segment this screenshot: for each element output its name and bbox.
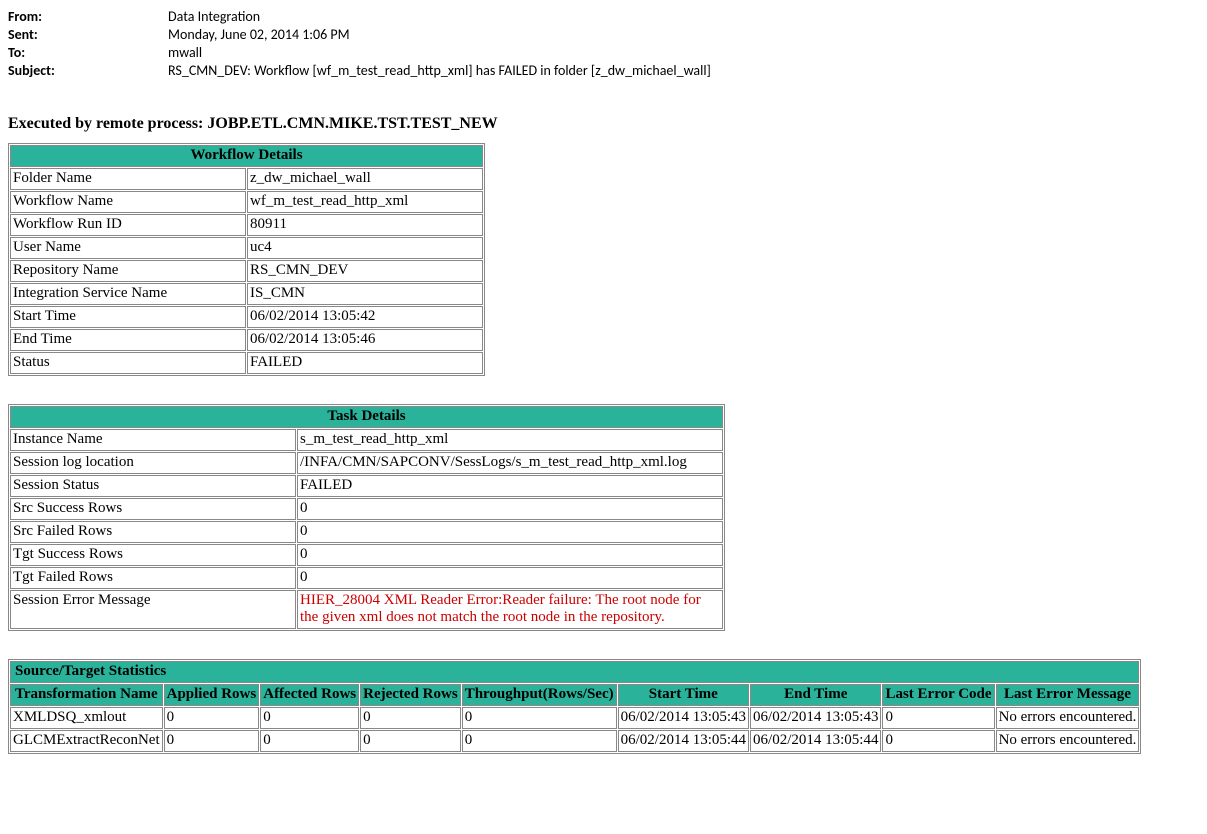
from-value: Data Integration [168, 8, 1199, 25]
row-label: Src Failed Rows [10, 521, 296, 543]
stats-cell: 0 [882, 730, 994, 752]
table-row: Repository NameRS_CMN_DEV [10, 260, 483, 282]
table-row: Start Time06/02/2014 13:05:42 [10, 306, 483, 328]
stats-cell: 0 [360, 707, 461, 729]
row-value: z_dw_michael_wall [247, 168, 483, 190]
to-label: To: [8, 44, 168, 61]
row-value: 0 [297, 521, 723, 543]
stats-column-header: End Time [750, 684, 881, 706]
stats-title: Source/Target Statistics [10, 661, 1139, 683]
row-value: 06/02/2014 13:05:42 [247, 306, 483, 328]
table-row: Integration Service NameIS_CMN [10, 283, 483, 305]
stats-cell: 06/02/2014 13:05:43 [618, 707, 749, 729]
row-label: Session log location [10, 452, 296, 474]
stats-cell: 0 [360, 730, 461, 752]
subject-label: Subject: [8, 62, 168, 79]
row-value: 06/02/2014 13:05:46 [247, 329, 483, 351]
table-row: XMLDSQ_xmlout000006/02/2014 13:05:4306/0… [10, 707, 1139, 729]
table-row: GLCMExtractReconNet000006/02/2014 13:05:… [10, 730, 1139, 752]
row-label: Status [10, 352, 246, 374]
row-value: HIER_28004 XML Reader Error:Reader failu… [297, 590, 723, 629]
task-details-title: Task Details [10, 406, 723, 428]
to-value: mwall [168, 44, 1199, 61]
stats-column-header: Applied Rows [164, 684, 260, 706]
table-row: Folder Namez_dw_michael_wall [10, 168, 483, 190]
stats-column-header: Throughput(Rows/Sec) [462, 684, 617, 706]
table-row: Session StatusFAILED [10, 475, 723, 497]
row-label: Src Success Rows [10, 498, 296, 520]
stats-cell: 06/02/2014 13:05:44 [618, 730, 749, 752]
executed-by-line: Executed by remote process: JOBP.ETL.CMN… [8, 115, 1199, 133]
stats-cell: No errors encountered. [996, 730, 1140, 752]
row-label: Workflow Name [10, 191, 246, 213]
table-row: Session Error MessageHIER_28004 XML Read… [10, 590, 723, 629]
stats-cell: XMLDSQ_xmlout [10, 707, 163, 729]
stats-column-header: Rejected Rows [360, 684, 461, 706]
row-value: 0 [297, 498, 723, 520]
row-label: Tgt Success Rows [10, 544, 296, 566]
email-subject-row: Subject: RS_CMN_DEV: Workflow [wf_m_test… [8, 62, 1199, 79]
email-from-row: From: Data Integration [8, 8, 1199, 25]
stats-cell: 0 [462, 707, 617, 729]
stats-cell: GLCMExtractReconNet [10, 730, 163, 752]
table-row: End Time06/02/2014 13:05:46 [10, 329, 483, 351]
stats-column-header: Affected Rows [260, 684, 359, 706]
email-to-row: To: mwall [8, 44, 1199, 61]
table-row: Instance Names_m_test_read_http_xml [10, 429, 723, 451]
subject-value: RS_CMN_DEV: Workflow [wf_m_test_read_htt… [168, 62, 1199, 79]
table-row: Src Failed Rows0 [10, 521, 723, 543]
row-label: Repository Name [10, 260, 246, 282]
row-value: FAILED [297, 475, 723, 497]
row-value: /INFA/CMN/SAPCONV/SessLogs/s_m_test_read… [297, 452, 723, 474]
table-row: Tgt Success Rows0 [10, 544, 723, 566]
task-details-table: Task Details Instance Names_m_test_read_… [8, 404, 725, 631]
table-row: Src Success Rows0 [10, 498, 723, 520]
stats-cell: No errors encountered. [996, 707, 1140, 729]
row-value: 80911 [247, 214, 483, 236]
row-value: wf_m_test_read_http_xml [247, 191, 483, 213]
from-label: From: [8, 8, 168, 25]
table-row: User Nameuc4 [10, 237, 483, 259]
stats-cell: 0 [164, 707, 260, 729]
stats-column-header: Last Error Code [882, 684, 994, 706]
row-label: End Time [10, 329, 246, 351]
row-value: RS_CMN_DEV [247, 260, 483, 282]
stats-column-header: Transformation Name [10, 684, 163, 706]
sent-value: Monday, June 02, 2014 1:06 PM [168, 26, 1199, 43]
row-value: 0 [297, 567, 723, 589]
table-row: Tgt Failed Rows0 [10, 567, 723, 589]
stats-column-header: Start Time [618, 684, 749, 706]
row-label: Session Error Message [10, 590, 296, 629]
row-label: Start Time [10, 306, 246, 328]
stats-cell: 0 [462, 730, 617, 752]
row-label: Folder Name [10, 168, 246, 190]
row-label: Tgt Failed Rows [10, 567, 296, 589]
table-row: Session log location/INFA/CMN/SAPCONV/Se… [10, 452, 723, 474]
row-label: Instance Name [10, 429, 296, 451]
stats-column-header: Last Error Message [996, 684, 1140, 706]
row-value: s_m_test_read_http_xml [297, 429, 723, 451]
stats-cell: 0 [164, 730, 260, 752]
stats-cell: 0 [260, 730, 359, 752]
table-row: StatusFAILED [10, 352, 483, 374]
workflow-details-title: Workflow Details [10, 145, 483, 167]
table-row: Workflow Run ID80911 [10, 214, 483, 236]
row-value: FAILED [247, 352, 483, 374]
email-sent-row: Sent: Monday, June 02, 2014 1:06 PM [8, 26, 1199, 43]
stats-cell: 06/02/2014 13:05:43 [750, 707, 881, 729]
source-target-stats-table: Source/Target Statistics Transformation … [8, 659, 1141, 754]
row-label: Workflow Run ID [10, 214, 246, 236]
row-value: IS_CMN [247, 283, 483, 305]
row-label: User Name [10, 237, 246, 259]
workflow-details-table: Workflow Details Folder Namez_dw_michael… [8, 143, 485, 376]
row-label: Session Status [10, 475, 296, 497]
row-value: 0 [297, 544, 723, 566]
table-row: Workflow Namewf_m_test_read_http_xml [10, 191, 483, 213]
stats-cell: 0 [882, 707, 994, 729]
stats-cell: 0 [260, 707, 359, 729]
sent-label: Sent: [8, 26, 168, 43]
row-value: uc4 [247, 237, 483, 259]
row-label: Integration Service Name [10, 283, 246, 305]
stats-cell: 06/02/2014 13:05:44 [750, 730, 881, 752]
